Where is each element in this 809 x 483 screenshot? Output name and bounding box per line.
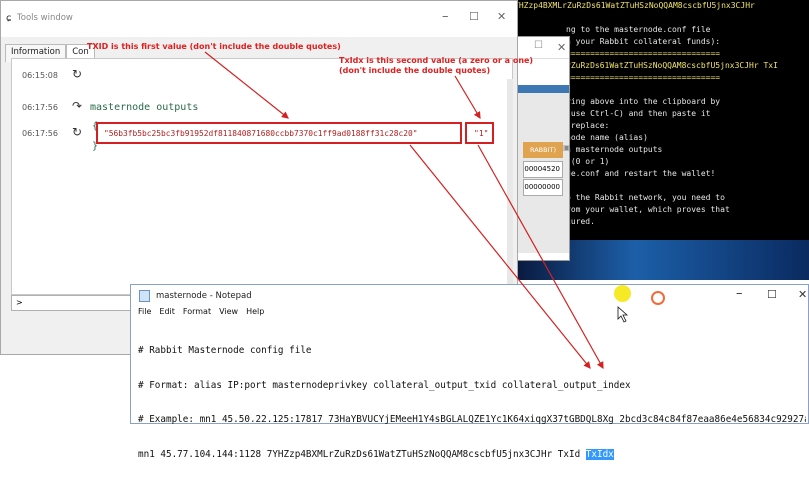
mouse-cursor-icon — [617, 306, 629, 323]
txid-arrow — [204, 51, 289, 119]
txid-to-notepad-arrow — [409, 144, 591, 369]
annotation-arrows — [204, 51, 629, 370]
text-line-masternode: mn1 45.77.104.144:1128 7YHZzp4BXMLrZuRzD… — [138, 448, 808, 461]
txidx-to-notepad-arrow — [477, 144, 604, 370]
txidx-arrow — [454, 75, 481, 120]
text-line-prefix: mn1 45.77.104.144:1128 7YHZzp4BXMLrZuRzD… — [138, 448, 586, 460]
selected-text[interactable]: TxIdx — [585, 448, 614, 460]
